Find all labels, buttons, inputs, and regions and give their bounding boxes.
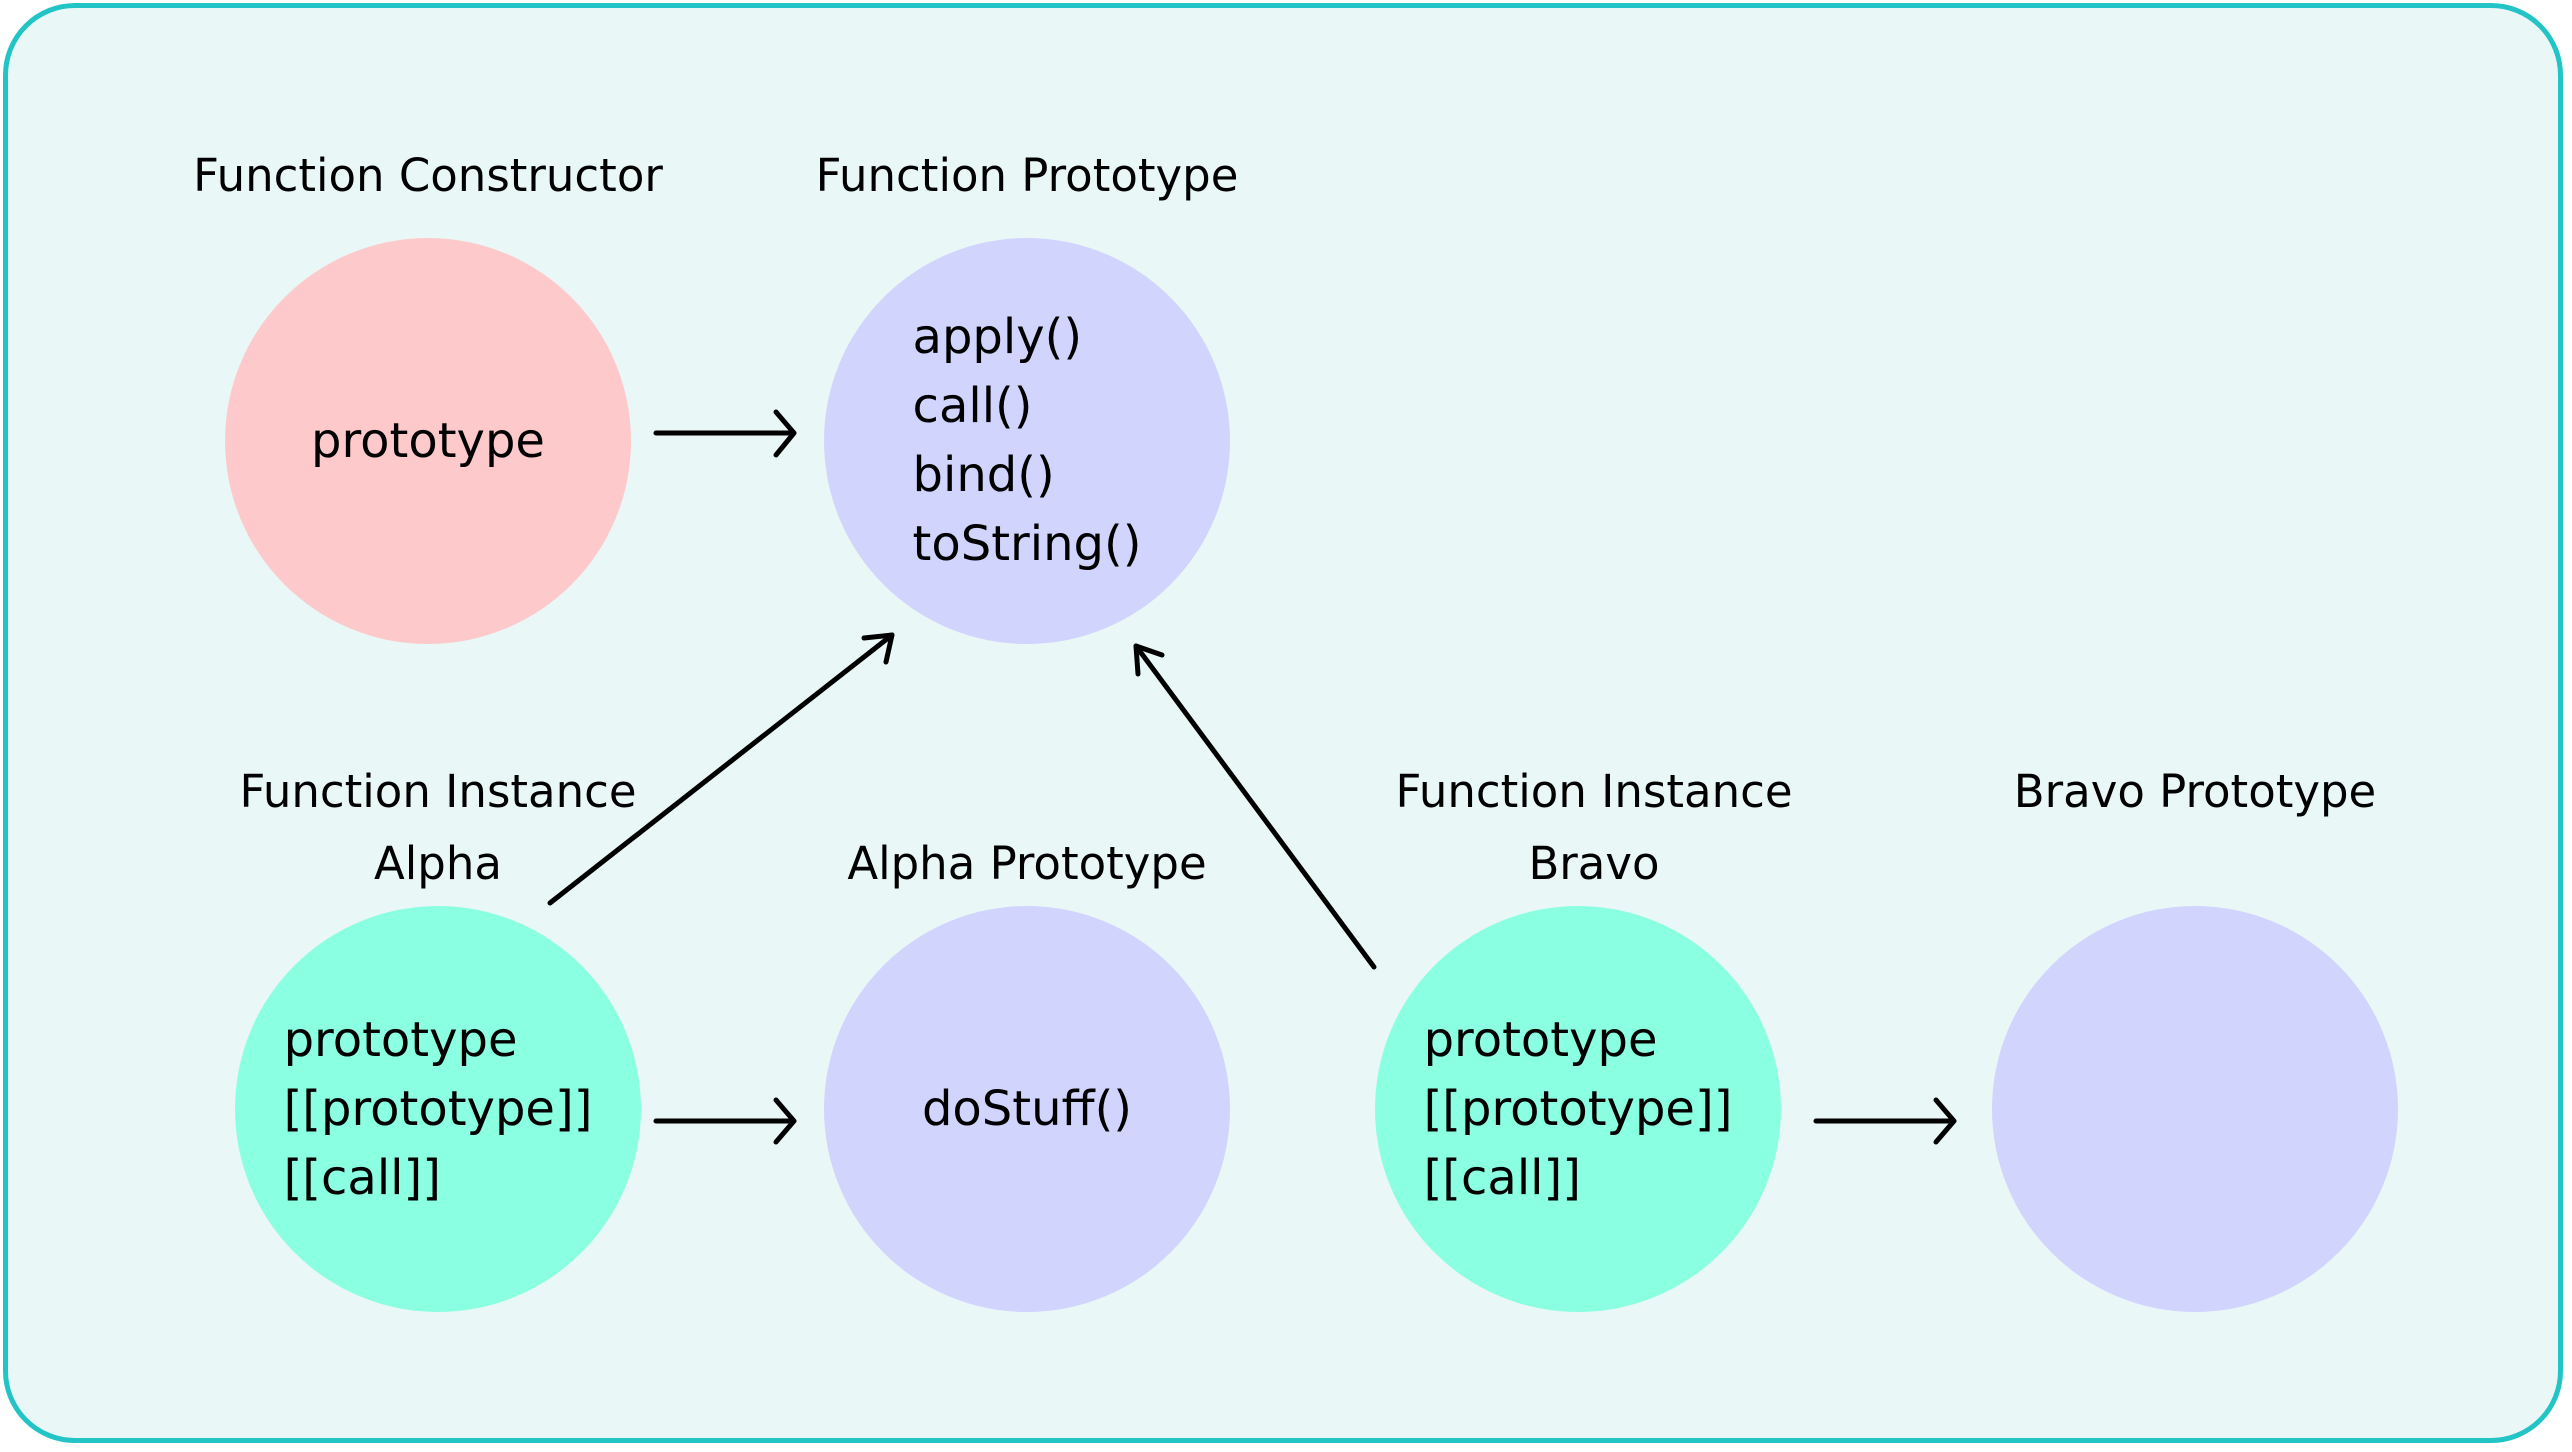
node-function-prototype: apply() call() bind() toString(): [824, 238, 1230, 644]
node-contents: prototype: [311, 407, 545, 476]
node-contents: prototype [[prototype]] [[call]]: [1424, 1006, 1733, 1213]
title-line: Bravo Prototype: [2013, 765, 2377, 818]
method-apply: apply(): [912, 309, 1083, 365]
title-line: Bravo: [1528, 837, 1660, 890]
internal-prototype: [[prototype]]: [1423, 1080, 1733, 1137]
title-function-instance-bravo: Function Instance Bravo: [1395, 756, 1792, 900]
node-function-constructor: prototype: [225, 238, 631, 644]
method-call: call(): [912, 378, 1033, 434]
title-line: Function Prototype: [815, 149, 1239, 202]
title-line: Alpha: [374, 837, 502, 890]
property-prototype: prototype: [1423, 1011, 1658, 1068]
node-contents: prototype [[prototype]] [[call]]: [284, 1006, 593, 1213]
title-function-prototype: Function Prototype: [816, 140, 1239, 212]
node-function-instance-bravo: prototype [[prototype]] [[call]]: [1375, 906, 1781, 1312]
node-bravo-prototype: [1992, 906, 2398, 1312]
node-contents: doStuff(): [922, 1075, 1132, 1144]
node-contents: apply() call() bind() toString(): [913, 303, 1142, 579]
title-line: Function Instance: [239, 765, 637, 818]
title-bravo-prototype: Bravo Prototype: [2014, 756, 2377, 828]
property-prototype: prototype: [311, 412, 545, 469]
property-prototype: prototype: [283, 1011, 518, 1068]
title-alpha-prototype: Alpha Prototype: [847, 828, 1206, 900]
method-bind: bind(): [912, 447, 1055, 503]
internal-prototype: [[prototype]]: [283, 1080, 593, 1137]
title-line: Function Instance: [1395, 765, 1793, 818]
node-alpha-prototype: doStuff(): [824, 906, 1230, 1312]
title-line: Function Constructor: [193, 149, 663, 202]
method-tostring: toString(): [912, 516, 1142, 572]
title-function-constructor: Function Constructor: [193, 140, 663, 212]
node-function-instance-alpha: prototype [[prototype]] [[call]]: [235, 906, 641, 1312]
internal-call: [[call]]: [283, 1149, 441, 1206]
internal-call: [[call]]: [1423, 1149, 1581, 1206]
title-function-instance-alpha: Function Instance Alpha: [239, 756, 636, 900]
title-line: Alpha Prototype: [847, 837, 1207, 890]
method-dostuff: doStuff(): [921, 1080, 1133, 1137]
